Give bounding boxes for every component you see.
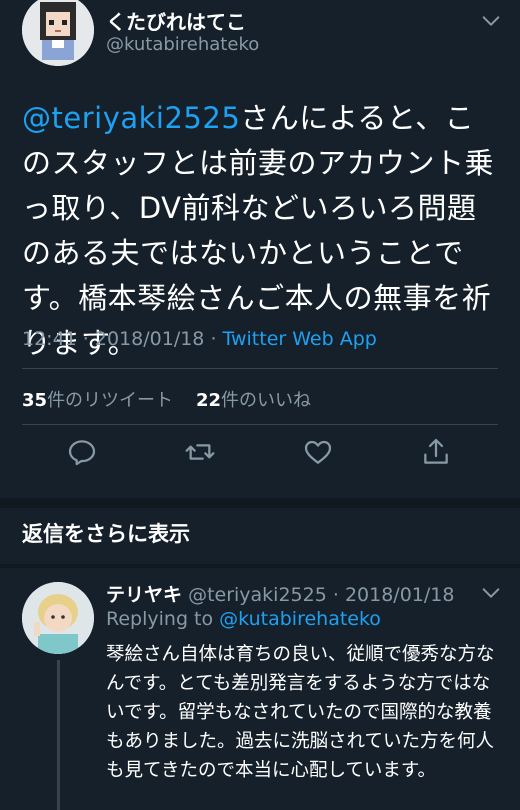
- divider: [22, 424, 498, 425]
- likes-label: 件のいいね: [221, 390, 312, 411]
- show-more-replies-link[interactable]: 返信をさらに表示: [22, 518, 190, 548]
- action-bar: [0, 436, 520, 476]
- tweet-date[interactable]: 2018/01/18: [95, 328, 205, 350]
- section-divider: [0, 564, 520, 568]
- user-handle[interactable]: @kutabirehateko: [106, 34, 259, 55]
- divider: [22, 368, 498, 369]
- avatar[interactable]: [22, 0, 94, 66]
- retweet-icon[interactable]: [184, 436, 216, 468]
- reply-handle[interactable]: @teriyaki2525: [188, 584, 327, 606]
- reply-date[interactable]: 2018/01/18: [345, 584, 455, 606]
- mention-link[interactable]: @teriyaki2525: [22, 101, 240, 135]
- tweet-time[interactable]: 12:41: [22, 328, 77, 350]
- likes-count: 22: [195, 390, 222, 411]
- tweet-text: @teriyaki2525さんによると、このスタッフとは前妻のアカウント乗っ取り…: [22, 96, 502, 366]
- heart-icon[interactable]: [302, 436, 334, 468]
- tweet-body: さんによると、このスタッフとは前妻のアカウント乗っ取り、DV前科などいろいろ問題…: [22, 101, 495, 360]
- replying-to: Replying to @kutabirehateko: [106, 608, 381, 630]
- retweets-stat[interactable]: 35件のリツイート: [22, 390, 173, 411]
- reply-avatar[interactable]: [22, 582, 94, 654]
- chevron-down-icon[interactable]: [480, 582, 502, 604]
- thread-line: [57, 660, 60, 810]
- reply-header: テリヤキ @teriyaki2525 · 2018/01/18: [106, 584, 455, 606]
- likes-stat[interactable]: 22件のいいね: [196, 390, 311, 411]
- section-divider: [0, 498, 520, 508]
- reply-avatar-illustration: [22, 582, 94, 654]
- retweets-count: 35: [22, 390, 48, 411]
- tweet-header: くたびれはてこ @kutabirehateko: [0, 0, 520, 80]
- share-icon[interactable]: [420, 436, 452, 468]
- tweet-meta: 12:41 · 2018/01/18 · Twitter Web App: [22, 328, 377, 350]
- reply-icon[interactable]: [66, 436, 98, 468]
- retweets-label: 件のリツイート: [47, 390, 174, 411]
- replying-handle-link[interactable]: @kutabirehateko: [219, 608, 381, 630]
- chevron-down-icon[interactable]: [480, 10, 502, 32]
- tweet-stats: 35件のリツイート 22件のいいね: [22, 386, 311, 412]
- display-name[interactable]: くたびれはてこ: [106, 6, 246, 35]
- tweet-source[interactable]: Twitter Web App: [223, 328, 377, 350]
- avatar-illustration: [22, 0, 94, 66]
- reply-display-name[interactable]: テリヤキ: [106, 584, 182, 606]
- replying-prefix: Replying to: [106, 608, 214, 630]
- reply-text: 琴絵さん自体は育ちの良い、従順で優秀な方なんです。とても差別発言をするような方で…: [106, 644, 495, 781]
